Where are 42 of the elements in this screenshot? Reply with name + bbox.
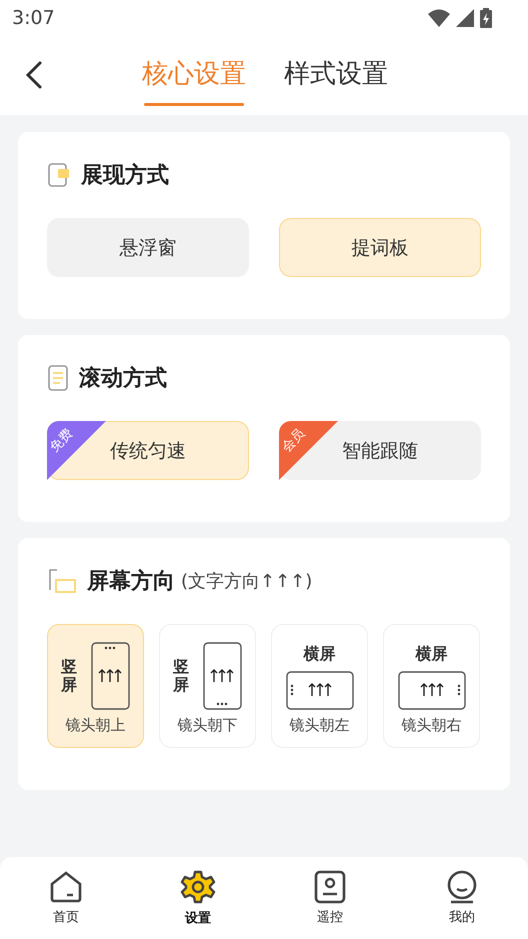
remote-icon	[314, 870, 346, 904]
section-title: 展现方式	[81, 162, 169, 190]
mode-option[interactable]: 提词板	[279, 218, 481, 277]
badge-label: 免费	[47, 426, 77, 456]
settings-icon	[180, 869, 216, 905]
orientation-heading: 竖屏	[61, 658, 77, 694]
nav-label[interactable]: 遥控	[317, 908, 343, 926]
orientation-option[interactable]: 横屏 镜头朝右	[383, 624, 480, 748]
orientation-label: 镜头朝上	[66, 716, 126, 735]
screen-rotate-icon	[47, 568, 77, 594]
orientation-option[interactable]: 横屏 镜头朝左	[271, 624, 368, 748]
phone-icon	[398, 671, 466, 710]
profile-icon	[446, 870, 478, 904]
orientation-option[interactable]: 竖屏 镜头朝上	[47, 624, 144, 748]
nav-label[interactable]: 首页	[53, 908, 79, 926]
orientation-heading: 横屏	[304, 644, 336, 665]
nav-label[interactable]: 设置	[185, 909, 211, 927]
phone-icon	[91, 642, 130, 710]
wifi-icon	[428, 9, 450, 27]
mode-option[interactable]: 智能跟随 会员	[279, 421, 481, 480]
orientation-label: 镜头朝左	[290, 716, 350, 735]
document-icon	[47, 364, 69, 392]
nav-label[interactable]: 我的	[449, 908, 475, 926]
section-title: 滚动方式	[79, 364, 167, 393]
orientation-option[interactable]: 竖屏 镜头朝下	[159, 624, 256, 748]
home-icon	[49, 870, 83, 904]
orientation-heading: 横屏	[416, 644, 448, 665]
badge-label: 会员	[279, 426, 309, 456]
orientation-heading: 竖屏	[173, 658, 189, 694]
mode-option[interactable]: 传统匀速 免费	[47, 421, 249, 480]
battery-icon	[480, 8, 492, 28]
section-title: 屏幕方向	[87, 568, 175, 596]
mode-option[interactable]: 悬浮窗	[47, 218, 249, 277]
phone-icon	[286, 671, 354, 710]
orientation-label: 镜头朝下	[178, 716, 238, 735]
status-time: 3:07	[12, 7, 55, 29]
header-tab[interactable]: 样式设置	[284, 56, 388, 91]
window-icon	[47, 162, 71, 188]
orientation-label: 镜头朝右	[402, 716, 462, 735]
phone-icon	[203, 642, 242, 710]
signal-icon	[456, 9, 474, 27]
section-note: (文字方向↑↑↑)	[181, 570, 312, 593]
